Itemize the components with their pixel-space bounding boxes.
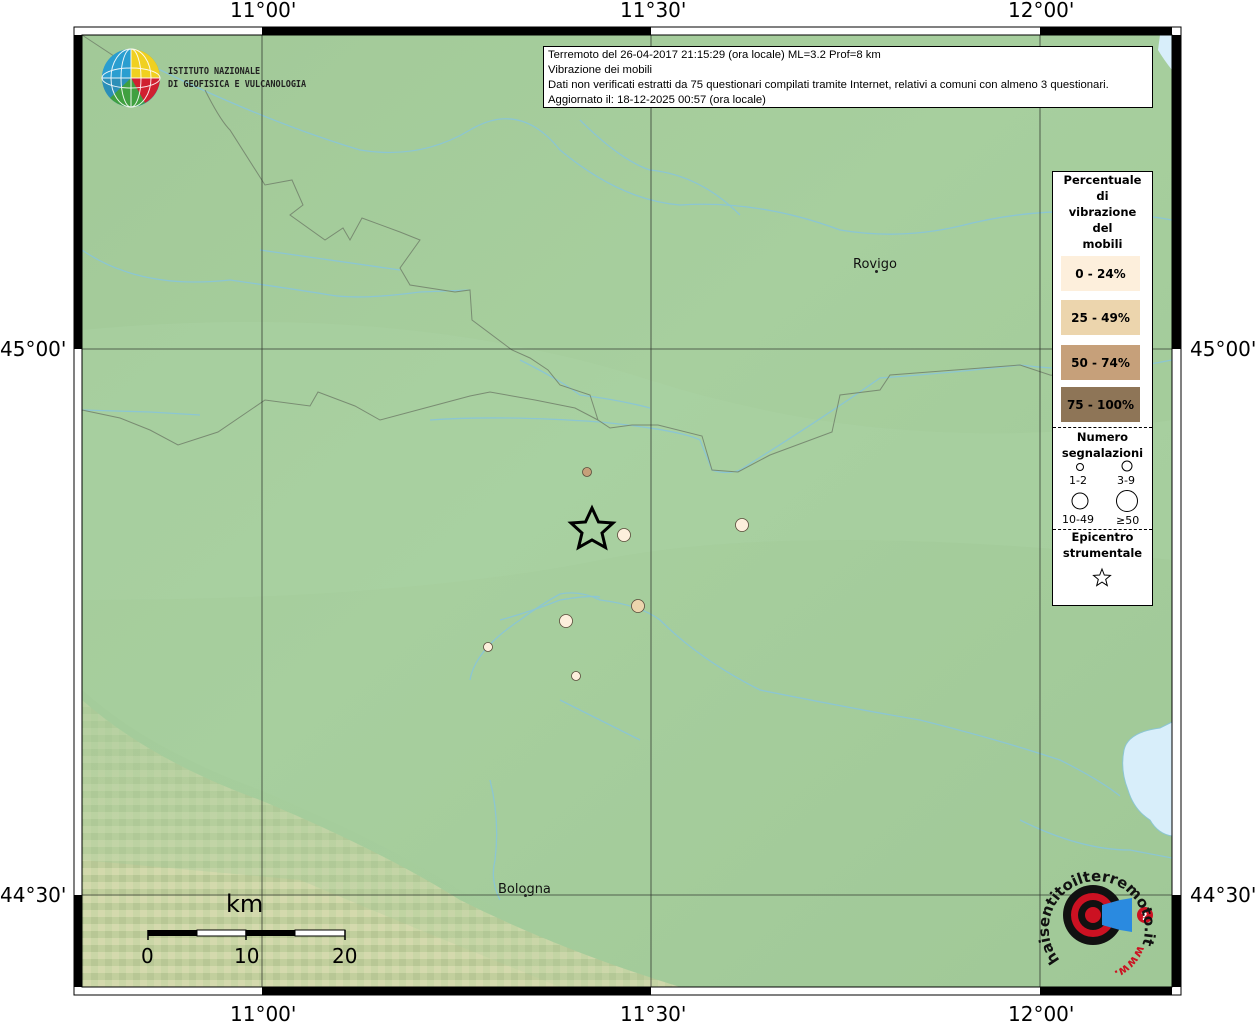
legend-size-circles bbox=[1071, 460, 1138, 512]
tick-top-1: 11°00' bbox=[230, 0, 297, 22]
scale-bar-unit: km bbox=[226, 890, 264, 918]
event-info-box: Terremoto del 26-04-2017 21:15:29 (ora l… bbox=[543, 46, 1153, 108]
tick-left-1: 45°00' bbox=[0, 337, 67, 361]
ingv-globe-icon bbox=[101, 48, 161, 108]
legend-size-label: 1-2 bbox=[1069, 474, 1087, 487]
city-dot-rovigo bbox=[875, 270, 878, 273]
observation-circle bbox=[483, 642, 493, 652]
legend-size-label: 3-9 bbox=[1117, 474, 1135, 487]
legend-title-line: Percentuale bbox=[1063, 173, 1142, 187]
legend: Percentuale di vibrazione del mobili 0 -… bbox=[1052, 171, 1153, 606]
legend-swatch-bin-2: 50 - 74% bbox=[1061, 345, 1140, 380]
legend-divider bbox=[1053, 427, 1152, 428]
event-info-line: Aggiornato il: 18-12-2025 00:57 (ora loc… bbox=[548, 94, 766, 106]
legend-epicenter-title-line: strumentale bbox=[1062, 546, 1143, 560]
tick-top-3: 12°00' bbox=[1008, 0, 1075, 22]
observation-circle bbox=[582, 467, 592, 477]
legend-size-label: ≥50 bbox=[1116, 514, 1140, 527]
legend-title-line: del bbox=[1092, 221, 1113, 235]
ingv-name-line2: DI GEOFISICA E VULCANOLOGIA bbox=[168, 79, 307, 90]
tick-top-2: 11°30' bbox=[620, 0, 687, 22]
ingv-name-line1: ISTITUTO NAZIONALE bbox=[168, 66, 261, 77]
legend-swatch-bin-3: 75 - 100% bbox=[1061, 387, 1140, 422]
tick-bottom-3: 12°00' bbox=[1008, 1002, 1075, 1026]
observation-circle bbox=[571, 671, 581, 681]
tick-right-2: 44°30' bbox=[1190, 883, 1255, 907]
legend-swatch-bin-1: 25 - 49% bbox=[1061, 300, 1140, 335]
legend-star-icon bbox=[1092, 567, 1112, 587]
event-info-line: Dati non verificati estratti da 75 quest… bbox=[548, 79, 1109, 91]
svg-text:?: ? bbox=[1141, 910, 1147, 923]
tick-right-1: 45°00' bbox=[1190, 337, 1255, 361]
legend-count-title-line: Numero bbox=[1076, 430, 1129, 444]
observation-circle bbox=[559, 614, 573, 628]
legend-epicenter-title-line: Epicentro bbox=[1071, 530, 1134, 544]
observation-circle bbox=[735, 518, 749, 532]
legend-size-label: 10-49 bbox=[1062, 513, 1094, 526]
scale-bar-label-10: 10 bbox=[234, 944, 260, 968]
observation-circle bbox=[631, 599, 645, 613]
legend-title-line: mobili bbox=[1082, 237, 1123, 251]
scale-bar-label-20: 20 bbox=[332, 944, 358, 968]
legend-title-line: vibrazione bbox=[1068, 205, 1137, 219]
city-dot-bologna bbox=[524, 894, 527, 897]
tick-bottom-2: 11°30' bbox=[620, 1002, 687, 1026]
scale-bar-label-0: 0 bbox=[141, 944, 154, 968]
event-info-line: Vibrazione dei mobili bbox=[548, 64, 653, 76]
legend-title-line: di bbox=[1096, 189, 1109, 203]
tick-bottom-1: 11°00' bbox=[230, 1002, 297, 1026]
map-figure: ? 11°00' 11°30' 12°00' 11°00' 11°30' 12°… bbox=[0, 0, 1255, 1026]
legend-swatch-bin-0: 0 - 24% bbox=[1061, 256, 1140, 291]
event-info-line: Terremoto del 26-04-2017 21:15:29 (ora l… bbox=[548, 49, 881, 61]
observation-circle bbox=[617, 528, 631, 542]
tick-left-2: 44°30' bbox=[0, 883, 67, 907]
